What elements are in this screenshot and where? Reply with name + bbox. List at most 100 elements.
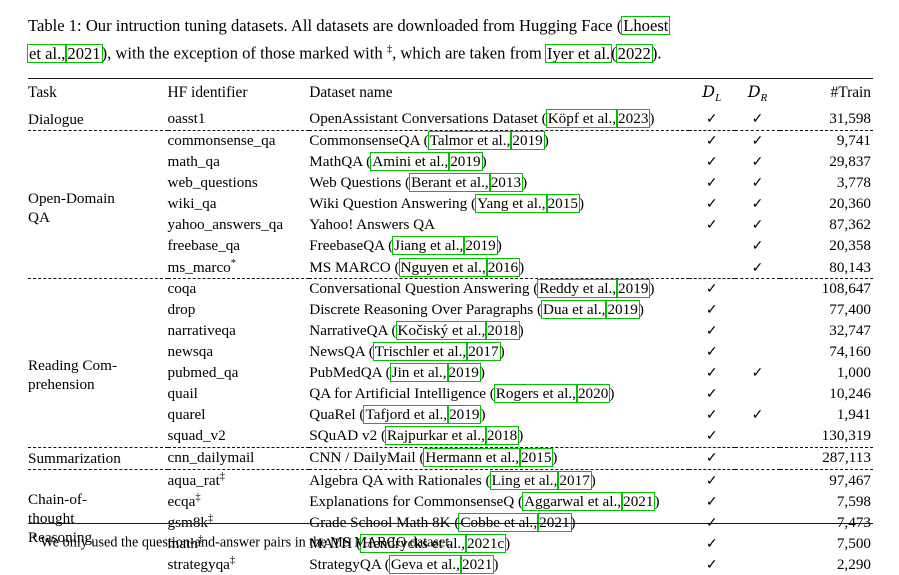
- task-label-text: Reading Com-prehension: [28, 280, 168, 394]
- footnote-marker-icon: ‡: [195, 492, 201, 504]
- dl-checkmark-cell: [689, 257, 735, 279]
- citation-year-box: 2019: [447, 405, 482, 425]
- citation-box-etal-2021a: et al.,: [26, 43, 68, 63]
- citation-year-box: 2016: [485, 258, 521, 278]
- dr-checkmark-cell: ✓: [735, 257, 781, 279]
- dr-checkmark-cell: [735, 554, 781, 575]
- citation-year-box: 2021: [459, 555, 495, 575]
- citation-year-box: 2015: [519, 448, 554, 468]
- datasets-table: Task HF identifier Dataset name DL DR #T…: [28, 78, 873, 575]
- dr-checkmark-cell: [734, 278, 781, 301]
- check-icon: ✓: [705, 451, 718, 467]
- dl-checkmark-cell: ✓: [689, 426, 735, 448]
- check-icon: ✓: [705, 218, 718, 234]
- dr-checkmark-cell: [734, 469, 781, 492]
- dl-checkmark-cell: [689, 236, 735, 257]
- hf-identifier-cell: yahoo_answers_qa: [167, 216, 284, 234]
- hf-identifier-cell: coqa: [167, 278, 310, 301]
- train-count-cell: 97,467: [780, 469, 873, 492]
- citation-author-box: Trischler et al.,: [372, 342, 469, 362]
- dr-checkmark-cell: [735, 384, 781, 405]
- table-body: Dialogue oasst1 OpenAssistant Conversation…: [28, 109, 873, 575]
- dr-checkmark-cell: ✓: [734, 130, 781, 153]
- table-row: Dialogue oasst1 OpenAssistant Conversation…: [28, 109, 873, 131]
- dataset-name-cell: MS MARCO (Nguyen et al., 2016): [309, 258, 525, 278]
- header-dr: DR: [734, 78, 781, 110]
- citation-year-box: 2019: [605, 300, 640, 320]
- table-row: Open-Domain QA commonsense_qa CommonsenseQA…: [28, 130, 873, 279]
- check-icon: ✓: [705, 324, 718, 340]
- check-icon: ✓: [751, 176, 764, 192]
- hf-identifier-cell: newsqa: [167, 343, 214, 361]
- header-hf-identifier: HF identifier: [167, 78, 310, 110]
- citation-author-box: Aggarwal et al.,: [522, 492, 624, 512]
- citation-year-box: 2017: [557, 471, 592, 491]
- dr-checkmark-cell: [735, 342, 781, 363]
- citation-author-box: Ling et al.,: [489, 471, 560, 491]
- dataset-name-cell: NarrativeQA (Kočiský et al., 2018): [309, 321, 524, 341]
- train-count-cell: 130,319: [821, 427, 871, 445]
- train-count-cell: 29,837: [829, 153, 871, 171]
- citation-year-box: 2013: [488, 173, 524, 193]
- train-count-cell: 1,941: [836, 406, 871, 424]
- citation-year-box: 2018: [484, 426, 520, 446]
- dataset-name-cell: Web Questions (Berant et al., 2013): [309, 173, 528, 193]
- dataset-name-cell: Yahoo! Answers QA: [309, 216, 436, 234]
- dl-checkmark-cell: ✓: [689, 363, 735, 384]
- dataset-name-cell: Wiki Question Answering (Yang et al., 201…: [309, 194, 585, 214]
- check-icon: ✓: [705, 408, 718, 424]
- train-count-cell: 20,358: [829, 237, 871, 255]
- caption-text-2: ), with the exception of those marked wi…: [101, 43, 387, 63]
- footnote-marker-icon: ‡: [219, 471, 226, 483]
- citation-author-box: Hermann et al.,: [423, 448, 522, 468]
- check-icon: ✓: [705, 112, 718, 128]
- citation-author-box: Jin et al.,: [389, 363, 449, 383]
- dr-checkmark-cell: [735, 491, 781, 512]
- train-count-cell: 31,598: [829, 110, 871, 128]
- dataset-name-cell: Discrete Reasoning Over Paragraphs (Dua …: [309, 300, 644, 320]
- citation-year-box: 2015: [545, 194, 580, 214]
- citation-box-year-2021: 2021: [65, 43, 103, 63]
- hf-identifier-cell: squad_v2: [167, 427, 226, 445]
- check-icon: ✓: [705, 345, 718, 361]
- dataset-name-cell: CommonsenseQA (Talmor et al., 2019): [309, 130, 689, 153]
- dr-checkmark-cell: ✓: [735, 109, 781, 131]
- caption-line-1: Table 1: Our intruction tuning datasets.…: [28, 14, 873, 38]
- hf-identifier-cell: web_questions: [167, 174, 258, 192]
- dl-checkmark-cell: ✓: [688, 278, 735, 301]
- dl-checkmark-cell: ✓: [689, 405, 735, 426]
- train-count-cell: 10,246: [829, 385, 871, 403]
- train-count-cell: 2,290: [836, 556, 871, 574]
- citation-author-box: Nguyen et al.,: [398, 258, 488, 278]
- citation-author-box: Yang et al.,: [475, 194, 548, 214]
- header-dl: DL: [688, 78, 735, 110]
- header-task: Task: [28, 78, 168, 110]
- check-icon: ✓: [751, 112, 764, 128]
- table-footnote: * We only used the question-and-answer p…: [32, 529, 872, 553]
- task-label-line: thought: [28, 510, 75, 528]
- table-figure-page: Table 1: Our intruction tuning datasets.…: [0, 0, 899, 575]
- train-count-cell: 32,747: [829, 322, 871, 340]
- hf-identifier-cell: quarel: [167, 406, 206, 424]
- task-label-line: prehension: [28, 376, 95, 394]
- footnote-text: We only used the question-and-answer pai…: [40, 534, 453, 551]
- dl-checkmark-cell: ✓: [689, 173, 735, 194]
- dataset-name-cell: Algebra QA with Rationales (Ling et al.,…: [309, 469, 689, 492]
- train-count-cell: 74,160: [829, 343, 871, 361]
- task-label-line: QA: [28, 209, 50, 227]
- table-row: Reading Com-prehension coqa Conversational…: [28, 278, 873, 448]
- dr-checkmark-cell: [735, 426, 781, 448]
- header-train-count: #Train: [780, 78, 873, 110]
- check-icon: ✓: [751, 239, 764, 255]
- task-label-text: Dialogue: [28, 110, 168, 129]
- dl-checkmark-cell: ✓: [689, 384, 735, 405]
- check-icon: ✓: [705, 474, 718, 490]
- header-dataset-name: Dataset name: [309, 78, 689, 110]
- footnote-marker: *: [32, 533, 38, 544]
- hf-identifier-cell: pubmed_qa: [167, 364, 239, 382]
- dl-checkmark-cell: ✓: [689, 109, 735, 131]
- dataset-name-cell: MathQA (Amini et al., 2019): [309, 152, 487, 172]
- hf-identifier-cell: aqua_rat‡: [167, 469, 310, 492]
- dataset-name-cell: NewsQA (Trischler et al., 2017): [309, 342, 505, 362]
- citation-author-box: Tafjord et al.,: [363, 405, 450, 425]
